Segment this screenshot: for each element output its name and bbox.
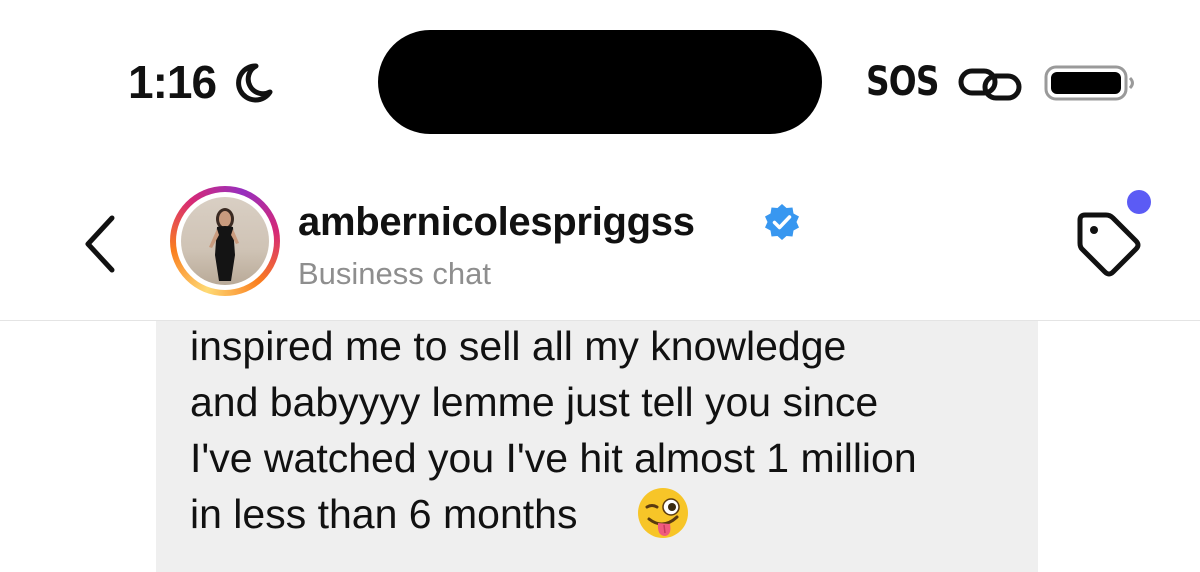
back-button[interactable] xyxy=(74,208,130,280)
username[interactable]: ambernicolespriggss xyxy=(298,196,695,248)
notification-dot xyxy=(1127,190,1151,214)
sos-indicator: SOS xyxy=(866,59,939,105)
avatar-photo xyxy=(181,197,269,285)
chat-screen: 1:16 SOS ambernicolespriggss Business ch… xyxy=(0,0,1200,572)
tag-icon[interactable] xyxy=(1070,206,1146,282)
link-icon xyxy=(958,68,1022,101)
winking-face-with-tongue-emoji xyxy=(638,488,688,538)
business-chat-label: Business chat xyxy=(298,256,491,291)
message-line: inspired me to sell all my knowledge xyxy=(190,323,847,369)
person-figure xyxy=(209,208,239,281)
battery-icon xyxy=(1044,65,1134,101)
avatar[interactable] xyxy=(170,186,280,296)
verified-badge-icon xyxy=(765,204,799,240)
moon-icon xyxy=(236,63,273,103)
status-time: 1:16 xyxy=(128,56,217,108)
dynamic-island xyxy=(378,30,822,134)
message-line: in less than 6 months xyxy=(190,491,578,537)
message-line: I've watched you I've hit almost 1 milli… xyxy=(190,435,917,481)
message-line: and babyyyy lemme just tell you since xyxy=(190,379,879,425)
